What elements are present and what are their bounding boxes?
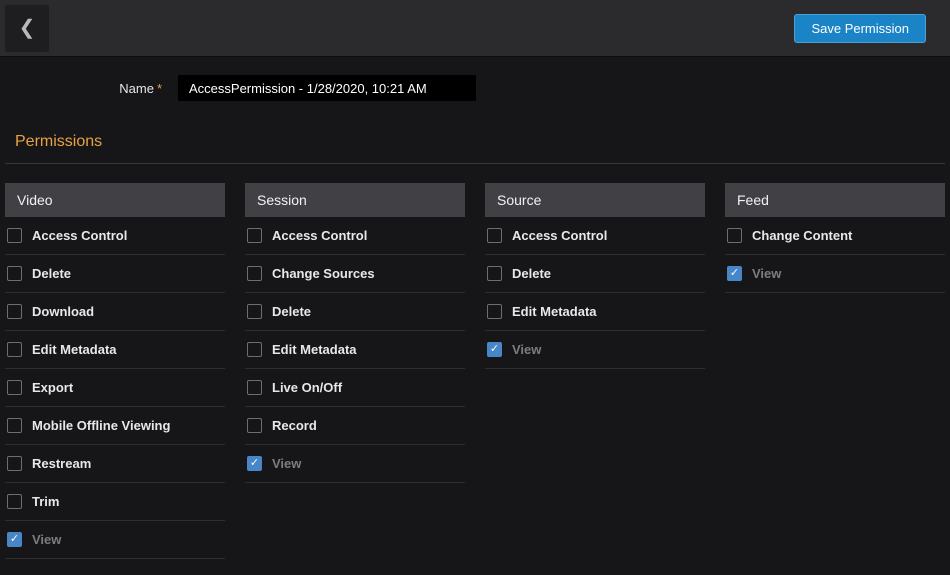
permission-label: Edit Metadata bbox=[32, 342, 117, 357]
checkbox-edit-metadata[interactable] bbox=[487, 304, 502, 319]
checkbox-checked-view[interactable]: ✓ bbox=[247, 456, 262, 471]
permission-row-export: Export bbox=[5, 369, 225, 407]
permission-label: Change Sources bbox=[272, 266, 375, 281]
checkbox-delete[interactable] bbox=[487, 266, 502, 281]
permissions-grid: Video Access Control Delete Download Edit M… bbox=[0, 183, 950, 559]
permission-row-access-control: Access Control bbox=[485, 217, 705, 255]
permission-label: Restream bbox=[32, 456, 91, 471]
checkbox-edit-metadata[interactable] bbox=[247, 342, 262, 357]
checkbox-access-control[interactable] bbox=[487, 228, 502, 243]
column-body: Access Control Delete Edit Metadata ✓ View bbox=[485, 217, 705, 369]
column-feed: Feed Change Content ✓ View bbox=[725, 183, 945, 559]
permission-row-delete: Delete bbox=[5, 255, 225, 293]
checkbox-delete[interactable] bbox=[7, 266, 22, 281]
checkbox-mobile-offline-viewing[interactable] bbox=[7, 418, 22, 433]
checkbox-trim[interactable] bbox=[7, 494, 22, 509]
column-video: Video Access Control Delete Download Edit M… bbox=[5, 183, 225, 559]
checkbox-edit-metadata[interactable] bbox=[7, 342, 22, 357]
checkbox-access-control[interactable] bbox=[247, 228, 262, 243]
column-header-feed: Feed bbox=[725, 183, 945, 217]
permission-row-change-content: Change Content bbox=[725, 217, 945, 255]
checkbox-delete[interactable] bbox=[247, 304, 262, 319]
permission-row-delete: Delete bbox=[485, 255, 705, 293]
permission-label: Access Control bbox=[512, 228, 607, 243]
column-source: Source Access Control Delete Edit Metadata… bbox=[485, 183, 705, 559]
top-bar: ❮ Save Permission bbox=[0, 0, 950, 57]
permission-label: Delete bbox=[32, 266, 71, 281]
permission-row-view: ✓ View bbox=[5, 521, 225, 559]
column-session: Session Access Control Change Sources Dele… bbox=[245, 183, 465, 559]
checkbox-change-content[interactable] bbox=[727, 228, 742, 243]
permission-row-access-control: Access Control bbox=[245, 217, 465, 255]
permission-label: View bbox=[752, 266, 781, 281]
column-body: Access Control Change Sources Delete Edit M… bbox=[245, 217, 465, 483]
column-title: Session bbox=[257, 192, 307, 208]
back-button[interactable]: ❮ bbox=[5, 5, 49, 52]
column-title: Feed bbox=[737, 192, 769, 208]
column-title: Video bbox=[17, 192, 53, 208]
permission-row-view: ✓ View bbox=[725, 255, 945, 293]
permission-row-edit-metadata: Edit Metadata bbox=[5, 331, 225, 369]
name-label-text: Name bbox=[119, 81, 154, 96]
permissions-section: Permissions Video Access Control Delete Do… bbox=[0, 133, 950, 559]
permission-row-trim: Trim bbox=[5, 483, 225, 521]
permission-label: Delete bbox=[272, 304, 311, 319]
column-body: Change Content ✓ View bbox=[725, 217, 945, 293]
name-field-row: Name* bbox=[0, 75, 950, 101]
permission-row-view: ✓ View bbox=[485, 331, 705, 369]
permission-row-download: Download bbox=[5, 293, 225, 331]
permission-label: Change Content bbox=[752, 228, 852, 243]
column-header-source: Source bbox=[485, 183, 705, 217]
checkbox-access-control[interactable] bbox=[7, 228, 22, 243]
permission-label: Access Control bbox=[272, 228, 367, 243]
permission-label: View bbox=[512, 342, 541, 357]
permission-label: View bbox=[32, 532, 61, 547]
permission-label: Delete bbox=[512, 266, 551, 281]
permission-row-change-sources: Change Sources bbox=[245, 255, 465, 293]
name-field-label: Name* bbox=[100, 81, 162, 96]
permission-row-delete: Delete bbox=[245, 293, 465, 331]
checkbox-checked-view[interactable]: ✓ bbox=[7, 532, 22, 547]
permission-label: Access Control bbox=[32, 228, 127, 243]
checkbox-restream[interactable] bbox=[7, 456, 22, 471]
column-header-session: Session bbox=[245, 183, 465, 217]
permission-label: Export bbox=[32, 380, 73, 395]
required-asterisk: * bbox=[157, 81, 162, 96]
permission-label: Download bbox=[32, 304, 94, 319]
checkbox-export[interactable] bbox=[7, 380, 22, 395]
chevron-left-icon: ❮ bbox=[19, 18, 36, 38]
section-divider bbox=[5, 163, 945, 164]
permission-label: Mobile Offline Viewing bbox=[32, 418, 170, 433]
permissions-heading: Permissions bbox=[15, 133, 950, 151]
permission-label: Live On/Off bbox=[272, 380, 342, 395]
name-input[interactable] bbox=[178, 75, 476, 101]
permission-row-record: Record bbox=[245, 407, 465, 445]
permission-row-edit-metadata: Edit Metadata bbox=[245, 331, 465, 369]
column-title: Source bbox=[497, 192, 541, 208]
checkbox-checked-view[interactable]: ✓ bbox=[487, 342, 502, 357]
permission-label: Record bbox=[272, 418, 317, 433]
checkbox-change-sources[interactable] bbox=[247, 266, 262, 281]
column-header-video: Video bbox=[5, 183, 225, 217]
permission-row-mobile-offline-viewing: Mobile Offline Viewing bbox=[5, 407, 225, 445]
checkbox-live-on-off[interactable] bbox=[247, 380, 262, 395]
permission-label: Trim bbox=[32, 494, 59, 509]
permission-row-access-control: Access Control bbox=[5, 217, 225, 255]
permission-row-live-on-off: Live On/Off bbox=[245, 369, 465, 407]
permission-row-edit-metadata: Edit Metadata bbox=[485, 293, 705, 331]
permission-row-view: ✓ View bbox=[245, 445, 465, 483]
checkbox-checked-view[interactable]: ✓ bbox=[727, 266, 742, 281]
checkbox-download[interactable] bbox=[7, 304, 22, 319]
permission-label: Edit Metadata bbox=[272, 342, 357, 357]
permission-label: View bbox=[272, 456, 301, 471]
column-body: Access Control Delete Download Edit Metadat… bbox=[5, 217, 225, 559]
permission-label: Edit Metadata bbox=[512, 304, 597, 319]
checkbox-record[interactable] bbox=[247, 418, 262, 433]
permission-row-restream: Restream bbox=[5, 445, 225, 483]
save-permission-button[interactable]: Save Permission bbox=[794, 14, 926, 43]
